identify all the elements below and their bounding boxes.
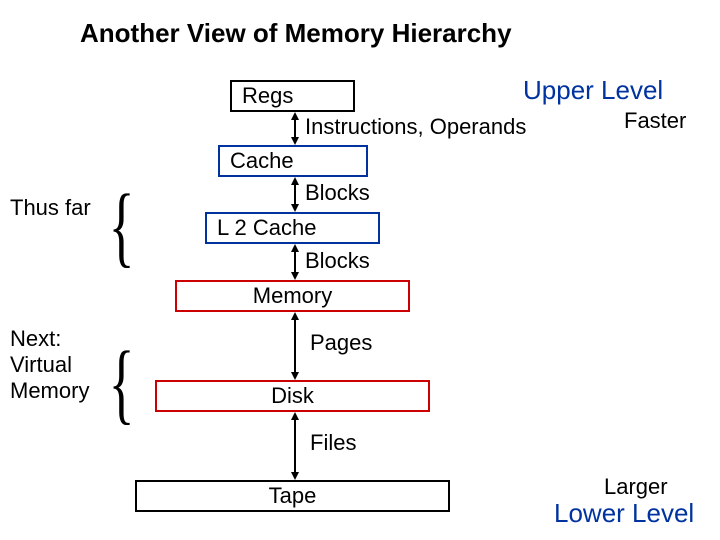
next-label-3: Memory [10, 378, 89, 404]
arrow-regs-cache [288, 112, 302, 145]
l2-cache-box: L 2 Cache [205, 212, 380, 244]
next-label-1: Next: [10, 326, 61, 352]
brace-thus-far: { [109, 200, 135, 254]
instr-operands-label: Instructions, Operands [305, 114, 526, 140]
arrow-disk-tape [288, 412, 302, 480]
slide-title: Another View of Memory Hierarchy [80, 18, 512, 49]
arrow-cache-l2 [288, 177, 302, 212]
thus-far-label: Thus far [10, 195, 91, 221]
brace-next: { [109, 357, 135, 411]
arrow-memory-disk [288, 312, 302, 380]
blocks2-label: Blocks [305, 248, 370, 274]
pages-label: Pages [310, 330, 372, 356]
regs-box: Regs [230, 80, 355, 112]
next-label-2: Virtual [10, 352, 72, 378]
upper-level-label: Upper Level [523, 75, 663, 106]
tape-box: Tape [135, 480, 450, 512]
cache-box: Cache [218, 145, 368, 177]
lower-level-label: Lower Level [554, 498, 694, 529]
files-label: Files [310, 430, 356, 456]
memory-box: Memory [175, 280, 410, 312]
larger-label: Larger [604, 474, 668, 500]
faster-label: Faster [624, 108, 686, 134]
arrow-l2-memory [288, 244, 302, 280]
blocks1-label: Blocks [305, 180, 370, 206]
disk-box: Disk [155, 380, 430, 412]
